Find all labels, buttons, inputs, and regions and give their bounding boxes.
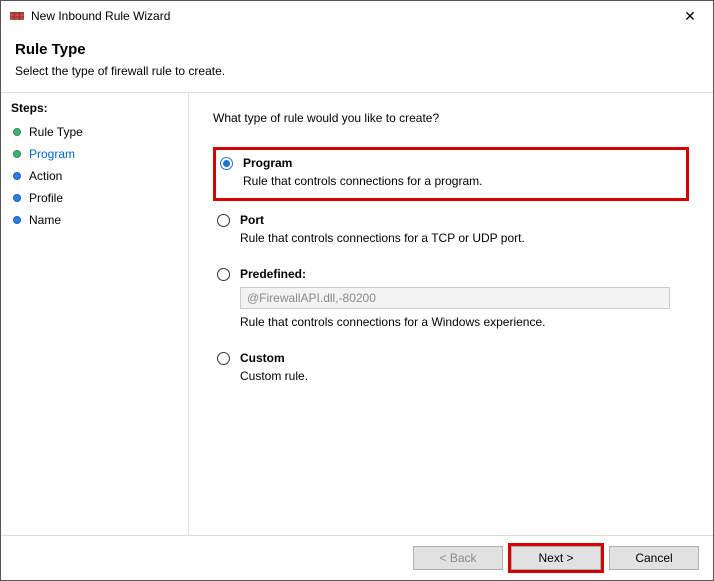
radio-custom[interactable]	[217, 352, 230, 365]
step-label: Action	[29, 169, 62, 183]
back-button: < Back	[413, 546, 503, 570]
option-desc: Custom rule.	[240, 369, 679, 383]
option-program[interactable]: Program Rule that controls connections f…	[213, 147, 689, 201]
page-subtitle: Select the type of firewall rule to crea…	[15, 64, 699, 78]
close-button[interactable]: ✕	[667, 1, 713, 31]
predefined-select: @FirewallAPI.dll,-80200	[240, 287, 670, 309]
titlebar: New Inbound Rule Wizard ✕	[1, 1, 713, 31]
steps-sidebar: Steps: Rule Type Program Action Profile …	[1, 93, 189, 535]
step-label: Name	[29, 213, 61, 227]
footer: < Back Next > Cancel	[1, 535, 713, 580]
option-custom[interactable]: Custom Custom rule.	[213, 345, 689, 393]
bullet-icon	[13, 194, 21, 202]
bullet-icon	[13, 150, 21, 158]
step-profile[interactable]: Profile	[11, 187, 178, 209]
main-panel: What type of rule would you like to crea…	[189, 93, 713, 535]
step-label: Program	[29, 147, 75, 161]
next-button[interactable]: Next >	[511, 546, 601, 570]
header: Rule Type Select the type of firewall ru…	[1, 31, 713, 92]
option-title: Custom	[240, 351, 285, 365]
cancel-button[interactable]: Cancel	[609, 546, 699, 570]
wizard-window: New Inbound Rule Wizard ✕ Rule Type Sele…	[0, 0, 714, 581]
radio-program[interactable]	[220, 157, 233, 170]
radio-port[interactable]	[217, 214, 230, 227]
step-action[interactable]: Action	[11, 165, 178, 187]
option-title: Port	[240, 213, 264, 227]
step-label: Profile	[29, 191, 63, 205]
option-title: Program	[243, 156, 292, 170]
step-rule-type[interactable]: Rule Type	[11, 121, 178, 143]
question-text: What type of rule would you like to crea…	[213, 111, 689, 125]
radio-predefined[interactable]	[217, 268, 230, 281]
bullet-icon	[13, 216, 21, 224]
page-title: Rule Type	[15, 41, 699, 58]
firewall-icon	[9, 8, 25, 24]
option-desc: Rule that controls connections for a pro…	[243, 174, 676, 188]
window-title: New Inbound Rule Wizard	[31, 9, 667, 23]
bullet-icon	[13, 172, 21, 180]
step-program[interactable]: Program	[11, 143, 178, 165]
steps-label: Steps:	[11, 101, 178, 115]
option-desc: Rule that controls connections for a TCP…	[240, 231, 679, 245]
option-desc: Rule that controls connections for a Win…	[240, 315, 679, 329]
bullet-icon	[13, 128, 21, 136]
body: Steps: Rule Type Program Action Profile …	[1, 93, 713, 535]
step-label: Rule Type	[29, 125, 83, 139]
option-port[interactable]: Port Rule that controls connections for …	[213, 207, 689, 255]
step-name[interactable]: Name	[11, 209, 178, 231]
option-predefined[interactable]: Predefined: @FirewallAPI.dll,-80200 Rule…	[213, 261, 689, 339]
option-title: Predefined:	[240, 267, 306, 281]
